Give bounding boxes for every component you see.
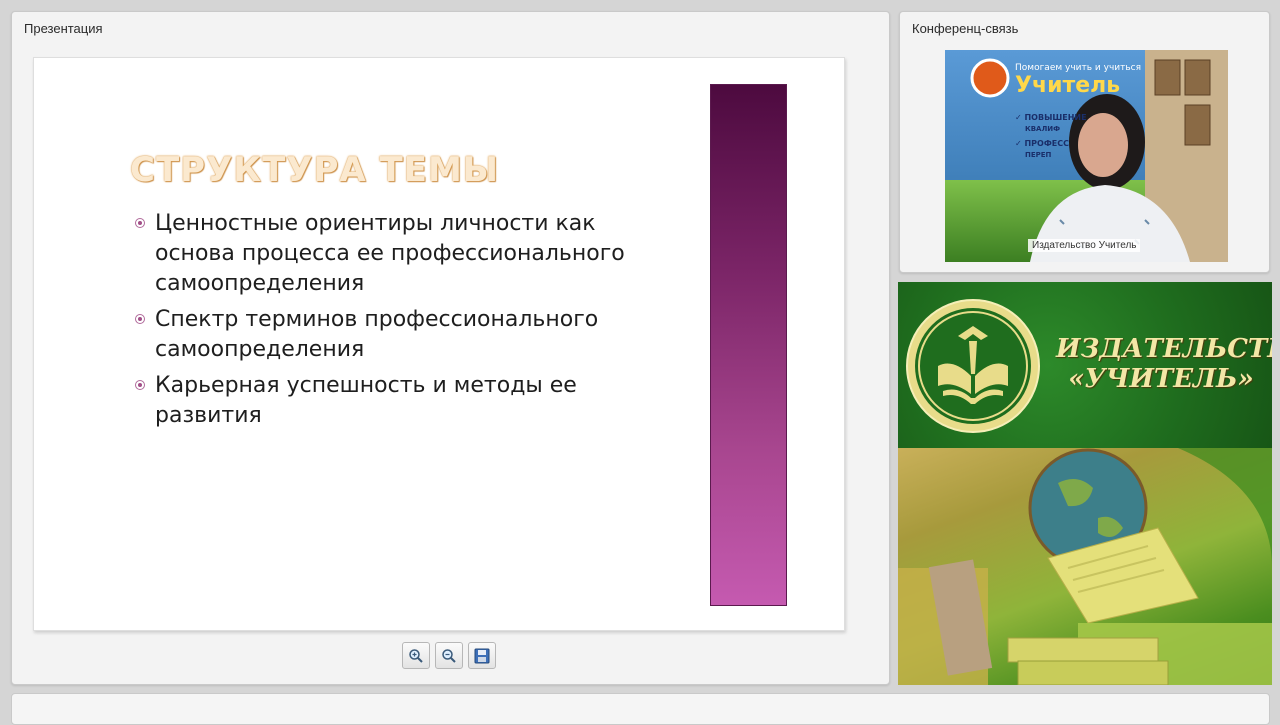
brand-illustration <box>898 448 1272 685</box>
video-banner-text: Помогаем учить и учиться <box>1015 63 1141 73</box>
slide-bullet-text: Ценностные ориентиры личности как основа… <box>155 211 625 296</box>
slide: СТРУКТУРА ТЕМЫ Ценностные ориентиры личн… <box>33 57 845 631</box>
publisher-logo <box>906 299 1040 433</box>
slide-bullet: Ценностные ориентиры личности как основа… <box>134 209 654 299</box>
save-icon <box>474 648 490 664</box>
slide-bullet-text: Карьерная успешность и методы ее развити… <box>155 373 577 428</box>
brand-name: ИЗДАТЕЛЬСТВО «УЧИТЕЛЬ» <box>1056 334 1272 394</box>
zoom-out-icon <box>442 649 456 663</box>
svg-text:КВАЛИФ: КВАЛИФ <box>1025 125 1060 133</box>
slide-bullet-text: Спектр терминов профессионального самооп… <box>155 307 599 362</box>
svg-text:ПЕРЕП: ПЕРЕП <box>1025 151 1052 159</box>
brand-banner: ИЗДАТЕЛЬСТВО «УЧИТЕЛЬ» <box>898 282 1272 685</box>
books-globe-image <box>898 448 1272 685</box>
brand-name-line2: «УЧИТЕЛЬ» <box>1068 364 1254 394</box>
slide-title: СТРУКТУРА ТЕМЫ <box>130 150 500 190</box>
zoom-in-button[interactable] <box>402 642 430 669</box>
svg-text:Учитель: Учитель <box>1015 73 1120 98</box>
conference-panel: Конференц-связь Помогаем учить и учиться… <box>899 11 1270 273</box>
conference-panel-title: Конференц-связь <box>912 21 1019 36</box>
bullet-icon <box>135 380 145 390</box>
save-button[interactable] <box>468 642 496 669</box>
svg-text:✓ ПОВЫШЕНИЕ: ✓ ПОВЫШЕНИЕ <box>1015 113 1087 122</box>
slide-bullet: Спектр терминов профессионального самооп… <box>134 305 654 365</box>
brand-name-line1: ИЗДАТЕЛЬСТВО <box>1056 334 1272 364</box>
presentation-panel: Презентация СТРУКТУРА ТЕМЫ Ценностные ор… <box>11 11 890 685</box>
video-feed[interactable]: Помогаем учить и учиться Учитель ✓ ПОВЫШ… <box>945 50 1228 262</box>
bullet-icon <box>135 314 145 324</box>
brand-header: ИЗДАТЕЛЬСТВО «УЧИТЕЛЬ» <box>898 282 1272 448</box>
zoom-in-icon <box>409 649 423 663</box>
svg-text:✓ ПРОФЕСС: ✓ ПРОФЕСС <box>1015 139 1069 148</box>
presentation-toolbar <box>402 642 502 672</box>
slide-bullet-list: Ценностные ориентиры личности как основа… <box>134 209 654 437</box>
video-frame-image: Помогаем учить и учиться Учитель ✓ ПОВЫШ… <box>945 50 1228 262</box>
slide-bullet: Карьерная успешность и методы ее развити… <box>134 371 654 431</box>
bullet-icon <box>135 218 145 228</box>
zoom-out-button[interactable] <box>435 642 463 669</box>
slide-decorative-bar <box>710 84 787 606</box>
presentation-panel-title: Презентация <box>24 21 103 36</box>
bottom-panel <box>11 693 1270 725</box>
video-caption: Издательство Учитель <box>1028 239 1141 252</box>
